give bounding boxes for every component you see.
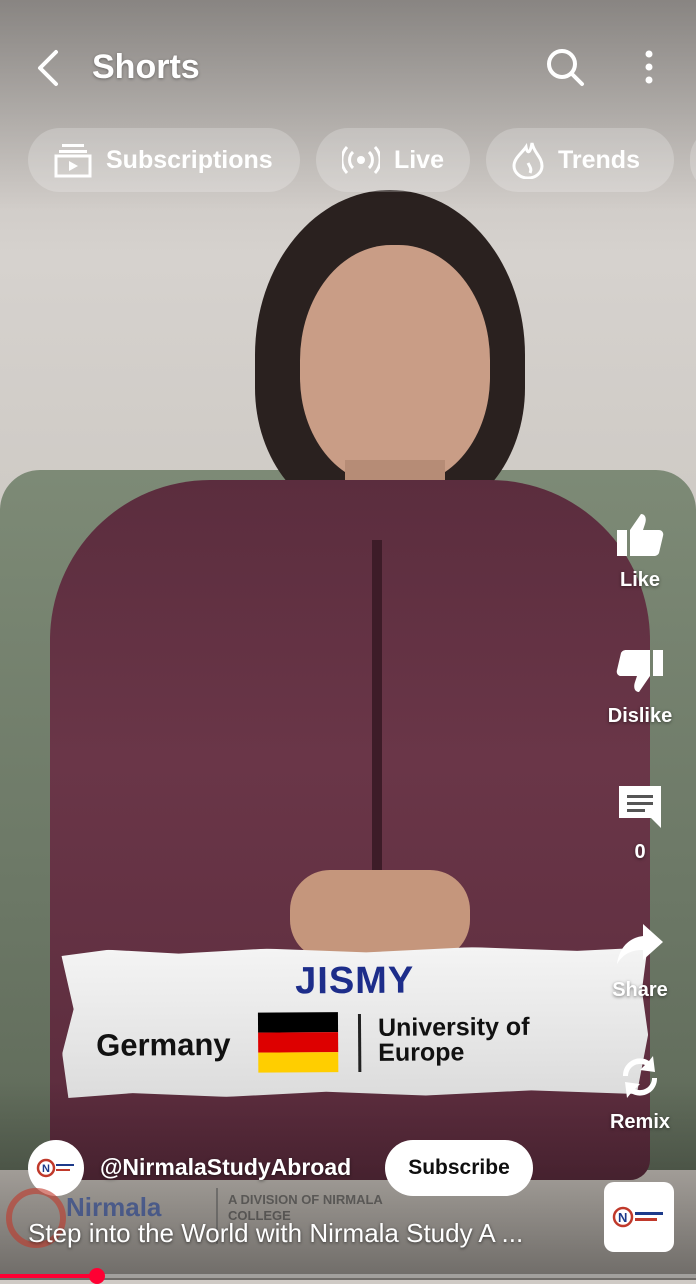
nirmala-logo-icon: N: [612, 1206, 663, 1228]
svg-text:N: N: [42, 1163, 50, 1175]
more-vert-icon: [645, 50, 653, 84]
search-button[interactable]: [544, 46, 586, 88]
chip-subscriptions-label: Subscriptions: [106, 145, 273, 174]
share-button[interactable]: Share: [590, 920, 690, 1002]
banner-student-name: JISMY: [295, 959, 415, 1003]
page-title: Shorts: [92, 48, 200, 86]
chip-subscriptions[interactable]: Subscriptions: [28, 128, 300, 192]
thumbs-down-icon: [616, 650, 663, 692]
back-arrow-icon: [38, 50, 58, 86]
svg-text:N: N: [618, 1210, 627, 1225]
top-bar: Shorts: [0, 30, 696, 106]
nirmala-logo-icon: N: [36, 1158, 74, 1178]
chip-trends-label: Trends: [558, 145, 640, 174]
subscribe-button[interactable]: Subscribe: [385, 1140, 533, 1196]
video-person-face: [300, 245, 490, 485]
share-arrow-icon: [617, 924, 663, 964]
like-button[interactable]: Like: [590, 510, 690, 592]
video-progress-scrubber[interactable]: [89, 1268, 106, 1284]
banner-university: University of Europe: [377, 1012, 530, 1067]
more-options-button[interactable]: [634, 44, 664, 90]
banner-divider: [358, 1014, 361, 1072]
germany-flag-icon: [258, 1012, 338, 1073]
comment-count: 0: [634, 841, 646, 863]
remix-label: Remix: [609, 1111, 671, 1133]
share-label: Share: [612, 979, 668, 1001]
like-label: Like: [619, 569, 661, 591]
dislike-label: Dislike: [607, 705, 673, 727]
comments-button[interactable]: 0: [590, 782, 690, 864]
sound-thumbnail[interactable]: N: [604, 1182, 674, 1252]
video-lower-third-banner: JISMY Germany University of Europe: [61, 946, 648, 1098]
banner-country: Germany: [96, 1026, 231, 1063]
dislike-button[interactable]: Dislike: [590, 646, 690, 728]
search-icon: [547, 49, 584, 86]
thumbs-up-icon: [617, 514, 664, 556]
remix-icon: [622, 1056, 658, 1098]
video-progress-fill: [0, 1274, 98, 1278]
comment-icon: [619, 786, 661, 828]
video-caption[interactable]: Step into the World with Nirmala Study A…: [28, 1218, 523, 1249]
chip-live[interactable]: Live: [316, 128, 470, 192]
chip-live-label: Live: [393, 145, 444, 174]
remix-button[interactable]: Remix: [590, 1052, 690, 1134]
video-person-hands: [290, 870, 470, 960]
back-button[interactable]: [30, 48, 70, 88]
channel-handle[interactable]: @NirmalaStudyAbroad: [100, 1154, 351, 1181]
chip-trends[interactable]: Trends: [486, 128, 674, 192]
chip-next-partial[interactable]: [690, 128, 696, 192]
subscriptions-icon: [54, 144, 92, 178]
video-progress-bar[interactable]: [0, 1268, 696, 1284]
trending-flame-icon: [512, 142, 544, 179]
live-icon: [342, 145, 380, 175]
filter-chips: Subscriptions Live Trends: [28, 128, 696, 194]
